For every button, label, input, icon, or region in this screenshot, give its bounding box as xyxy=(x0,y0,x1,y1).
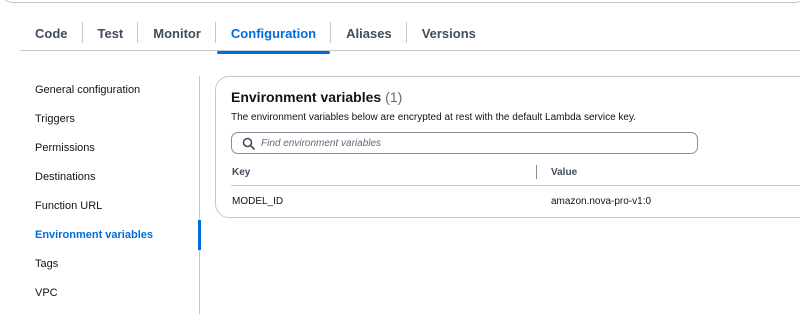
tab-divider xyxy=(405,22,407,43)
sidebar-item-triggers[interactable]: Triggers xyxy=(35,113,75,125)
sidebar-item-permissions[interactable]: Permissions xyxy=(35,142,95,154)
sidebar-divider xyxy=(199,76,200,314)
tab-versions[interactable]: Versions xyxy=(422,20,476,52)
sidebar-item-destinations[interactable]: Destinations xyxy=(35,171,96,183)
top-container-edge xyxy=(0,0,800,3)
tab-divider xyxy=(214,22,216,43)
sidebar-item-general-configuration[interactable]: General configuration xyxy=(35,84,140,96)
tab-divider xyxy=(81,22,83,43)
search-icon xyxy=(242,137,255,150)
panel-description: The environment variables below are encr… xyxy=(231,112,637,123)
column-resize-handle[interactable] xyxy=(536,165,537,179)
search-field[interactable] xyxy=(231,132,698,154)
column-header-value[interactable]: Value xyxy=(551,167,577,178)
tab-divider xyxy=(137,22,139,43)
tab-bar-underline xyxy=(20,50,800,51)
search-input[interactable] xyxy=(261,137,661,149)
panel-title: Environment variables (1) xyxy=(231,89,402,105)
environment-variables-panel: Environment variables (1) The environment… xyxy=(215,76,800,218)
tab-configuration[interactable]: Configuration xyxy=(216,20,331,54)
panel-title-text: Environment variables xyxy=(231,89,382,105)
tab-aliases[interactable]: Aliases xyxy=(346,20,392,52)
table-cell-key: MODEL_ID xyxy=(232,196,284,207)
sidebar-item-environment-variables[interactable]: Environment variables xyxy=(35,229,153,241)
sidebar-active-indicator xyxy=(198,220,201,250)
tab-code[interactable]: Code xyxy=(35,20,68,52)
sidebar-item-vpc[interactable]: VPC xyxy=(35,287,58,299)
table-cell-value: amazon.nova-pro-v1:0 xyxy=(551,196,652,207)
sidebar-item-tags[interactable]: Tags xyxy=(35,258,58,270)
column-header-key[interactable]: Key xyxy=(232,167,250,178)
table-header-divider xyxy=(231,185,800,186)
tab-monitor[interactable]: Monitor xyxy=(153,20,201,52)
variable-count: (1) xyxy=(385,89,403,105)
tab-bar: Code Test Monitor Configuration Aliases … xyxy=(20,20,476,54)
tab-test[interactable]: Test xyxy=(98,20,124,52)
sidebar-item-function-url[interactable]: Function URL xyxy=(35,200,102,212)
tab-divider xyxy=(330,22,332,43)
